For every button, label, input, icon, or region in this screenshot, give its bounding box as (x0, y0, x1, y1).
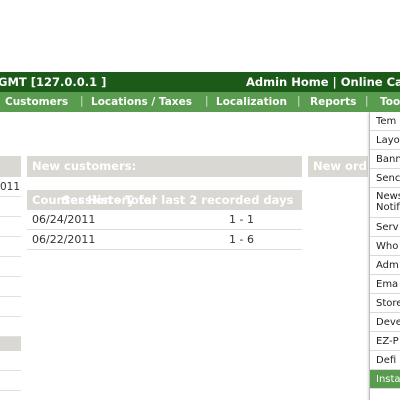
counter-row: 06/22/2011 1 - 6 (27, 230, 302, 250)
left-cell (0, 217, 21, 237)
nav-item-tools[interactable]: Too (380, 96, 400, 108)
counter-history-panel: Counter History for last 2 recorded days… (27, 190, 302, 250)
tools-menu-item-store[interactable]: Store (370, 294, 400, 313)
tools-menu-item-developers[interactable]: Deve (370, 313, 400, 332)
left-column-header (0, 156, 21, 177)
nav-separator: | (80, 95, 84, 107)
left-stats-column: 011 (0, 156, 21, 391)
nav-item-locations-taxes[interactable]: Locations / Taxes (91, 96, 192, 108)
tools-menu-item-server[interactable]: Serv (370, 218, 400, 237)
tools-menu-item-layout[interactable]: Layo (370, 131, 400, 150)
counter-value: 1 - 1 (229, 213, 254, 226)
admin-header-bar: GMT [127.0.0.1 ] Admin Home | Online Ca (0, 72, 400, 92)
left-section-header (0, 337, 21, 351)
left-cell (0, 317, 21, 337)
counter-date: 06/24/2011 (32, 213, 96, 226)
tools-menu-item-install[interactable]: Insta (370, 370, 400, 389)
tools-menu-item-email[interactable]: Ema (370, 275, 400, 294)
tools-menu-item-admin[interactable]: Adm (370, 256, 400, 275)
counter-history-header: Counter History for last 2 recorded days… (27, 190, 302, 210)
nav-item-customers[interactable]: Customers (5, 96, 68, 108)
tools-menu-item-send[interactable]: Senc (370, 169, 400, 188)
left-cell: 011 (0, 177, 21, 197)
left-cell (0, 197, 21, 217)
left-cell (0, 371, 21, 391)
nav-separator: | (205, 95, 209, 107)
main-nav-bar: Customers | Locations / Taxes | Localiza… (0, 92, 400, 112)
left-cell (0, 237, 21, 257)
tools-menu-item-templates[interactable]: Tem (370, 112, 400, 131)
nav-item-reports[interactable]: Reports (310, 96, 356, 108)
nav-separator: | (365, 95, 369, 107)
tools-menu-item-newsletter[interactable]: News Notif (370, 188, 400, 218)
admin-title: GMT [127.0.0.1 ] (0, 75, 107, 89)
nav-separator: | (297, 95, 301, 107)
new-orders-header: New ord (308, 156, 368, 177)
counter-date: 06/22/2011 (32, 233, 96, 246)
tools-menu-item-ez-pages[interactable]: EZ-P (370, 332, 400, 351)
admin-header-links[interactable]: Admin Home | Online Ca (246, 75, 400, 89)
new-customers-header: New customers: (27, 156, 302, 177)
tools-menu-item-whos-online[interactable]: Who (370, 237, 400, 256)
nav-item-localization[interactable]: Localization (216, 96, 287, 108)
left-cell (0, 277, 21, 297)
left-cell (0, 351, 21, 371)
counter-row: 06/24/2011 1 - 1 (27, 210, 302, 230)
left-cell (0, 297, 21, 317)
tools-menu-item-define-pages[interactable]: Defi (370, 351, 400, 370)
counter-value: 1 - 6 (229, 233, 254, 246)
left-cell (0, 257, 21, 277)
tools-menu-item-banners[interactable]: Bann (370, 150, 400, 169)
tools-dropdown-menu: Tem Layo Bann Senc News Notif Serv Who A… (369, 112, 400, 400)
